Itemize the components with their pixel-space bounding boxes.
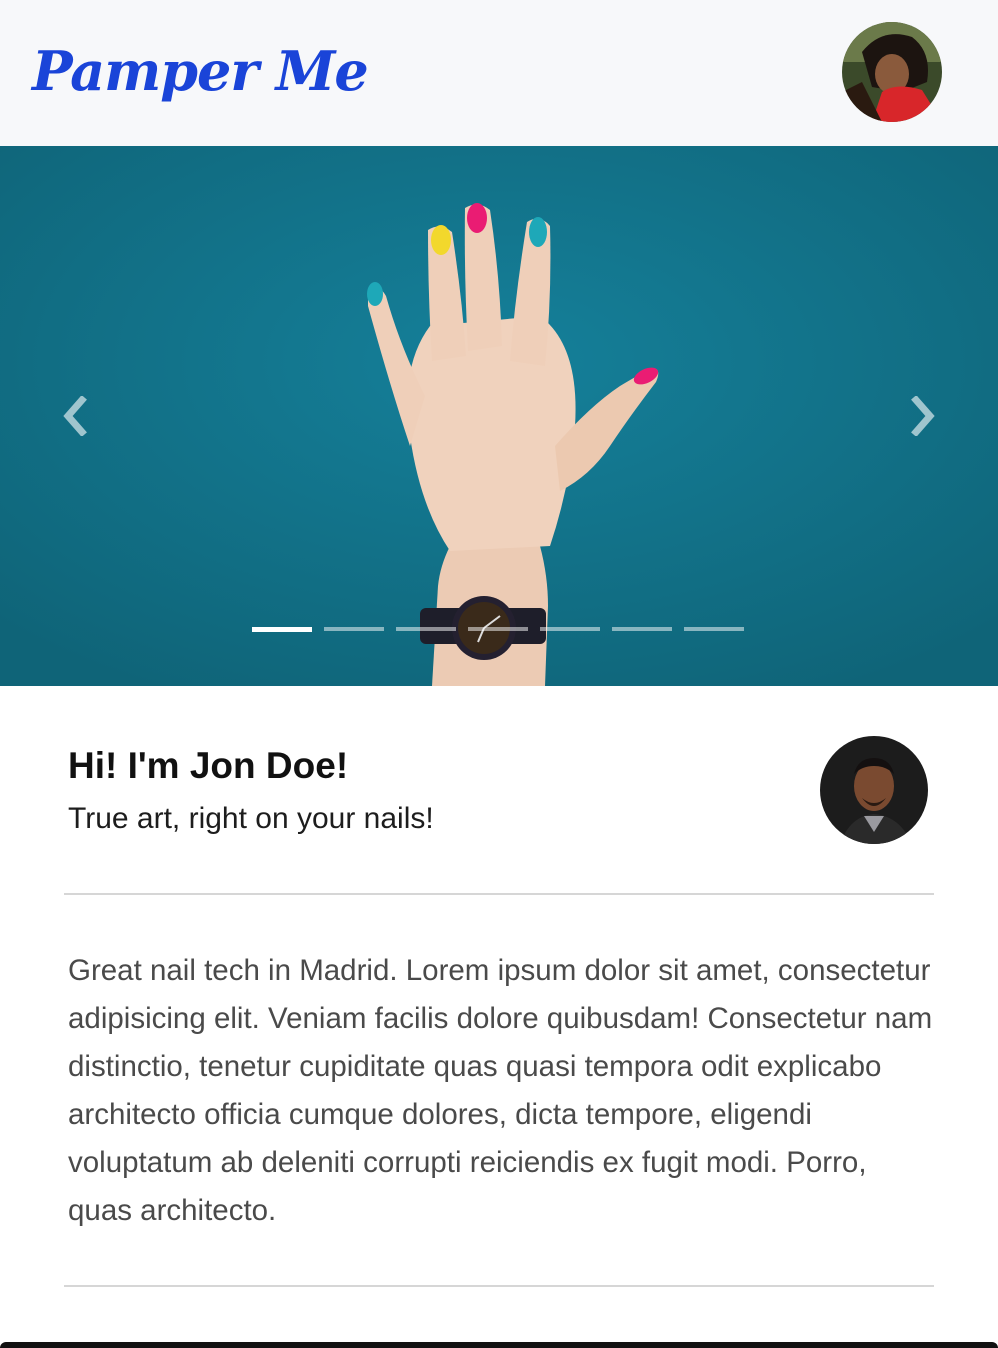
carousel-indicator[interactable] (612, 627, 672, 631)
carousel-indicator[interactable] (324, 627, 384, 631)
brand-logo[interactable]: Pamper Me (32, 34, 369, 108)
carousel-next-button[interactable] (904, 396, 944, 436)
user-avatar[interactable] (842, 22, 942, 122)
app-header: Pamper Me (0, 0, 998, 146)
chevron-right-icon (911, 396, 935, 436)
carousel-indicator[interactable] (396, 627, 456, 631)
carousel-indicator[interactable] (684, 627, 744, 631)
carousel-indicator[interactable] (252, 627, 312, 632)
profile-avatar (820, 736, 928, 844)
profile-name: Hi! I'm Jon Doe! (68, 745, 349, 786)
section-divider (64, 893, 934, 895)
user-avatar-image (842, 22, 942, 122)
bottom-sheet-edge (0, 1342, 998, 1348)
section-divider (64, 1285, 934, 1287)
profile-tagline: True art, right on your nails! (68, 802, 434, 835)
image-carousel[interactable] (0, 146, 998, 686)
carousel-slide-image (0, 146, 998, 686)
profile-bio: Great nail tech in Madrid. Lorem ipsum d… (68, 954, 933, 1227)
carousel-indicator[interactable] (468, 627, 528, 631)
chevron-left-icon (63, 396, 87, 436)
carousel-indicator[interactable] (540, 627, 600, 631)
profile-avatar-image (820, 736, 928, 844)
carousel-prev-button[interactable] (54, 396, 94, 436)
carousel-indicators (252, 627, 744, 632)
